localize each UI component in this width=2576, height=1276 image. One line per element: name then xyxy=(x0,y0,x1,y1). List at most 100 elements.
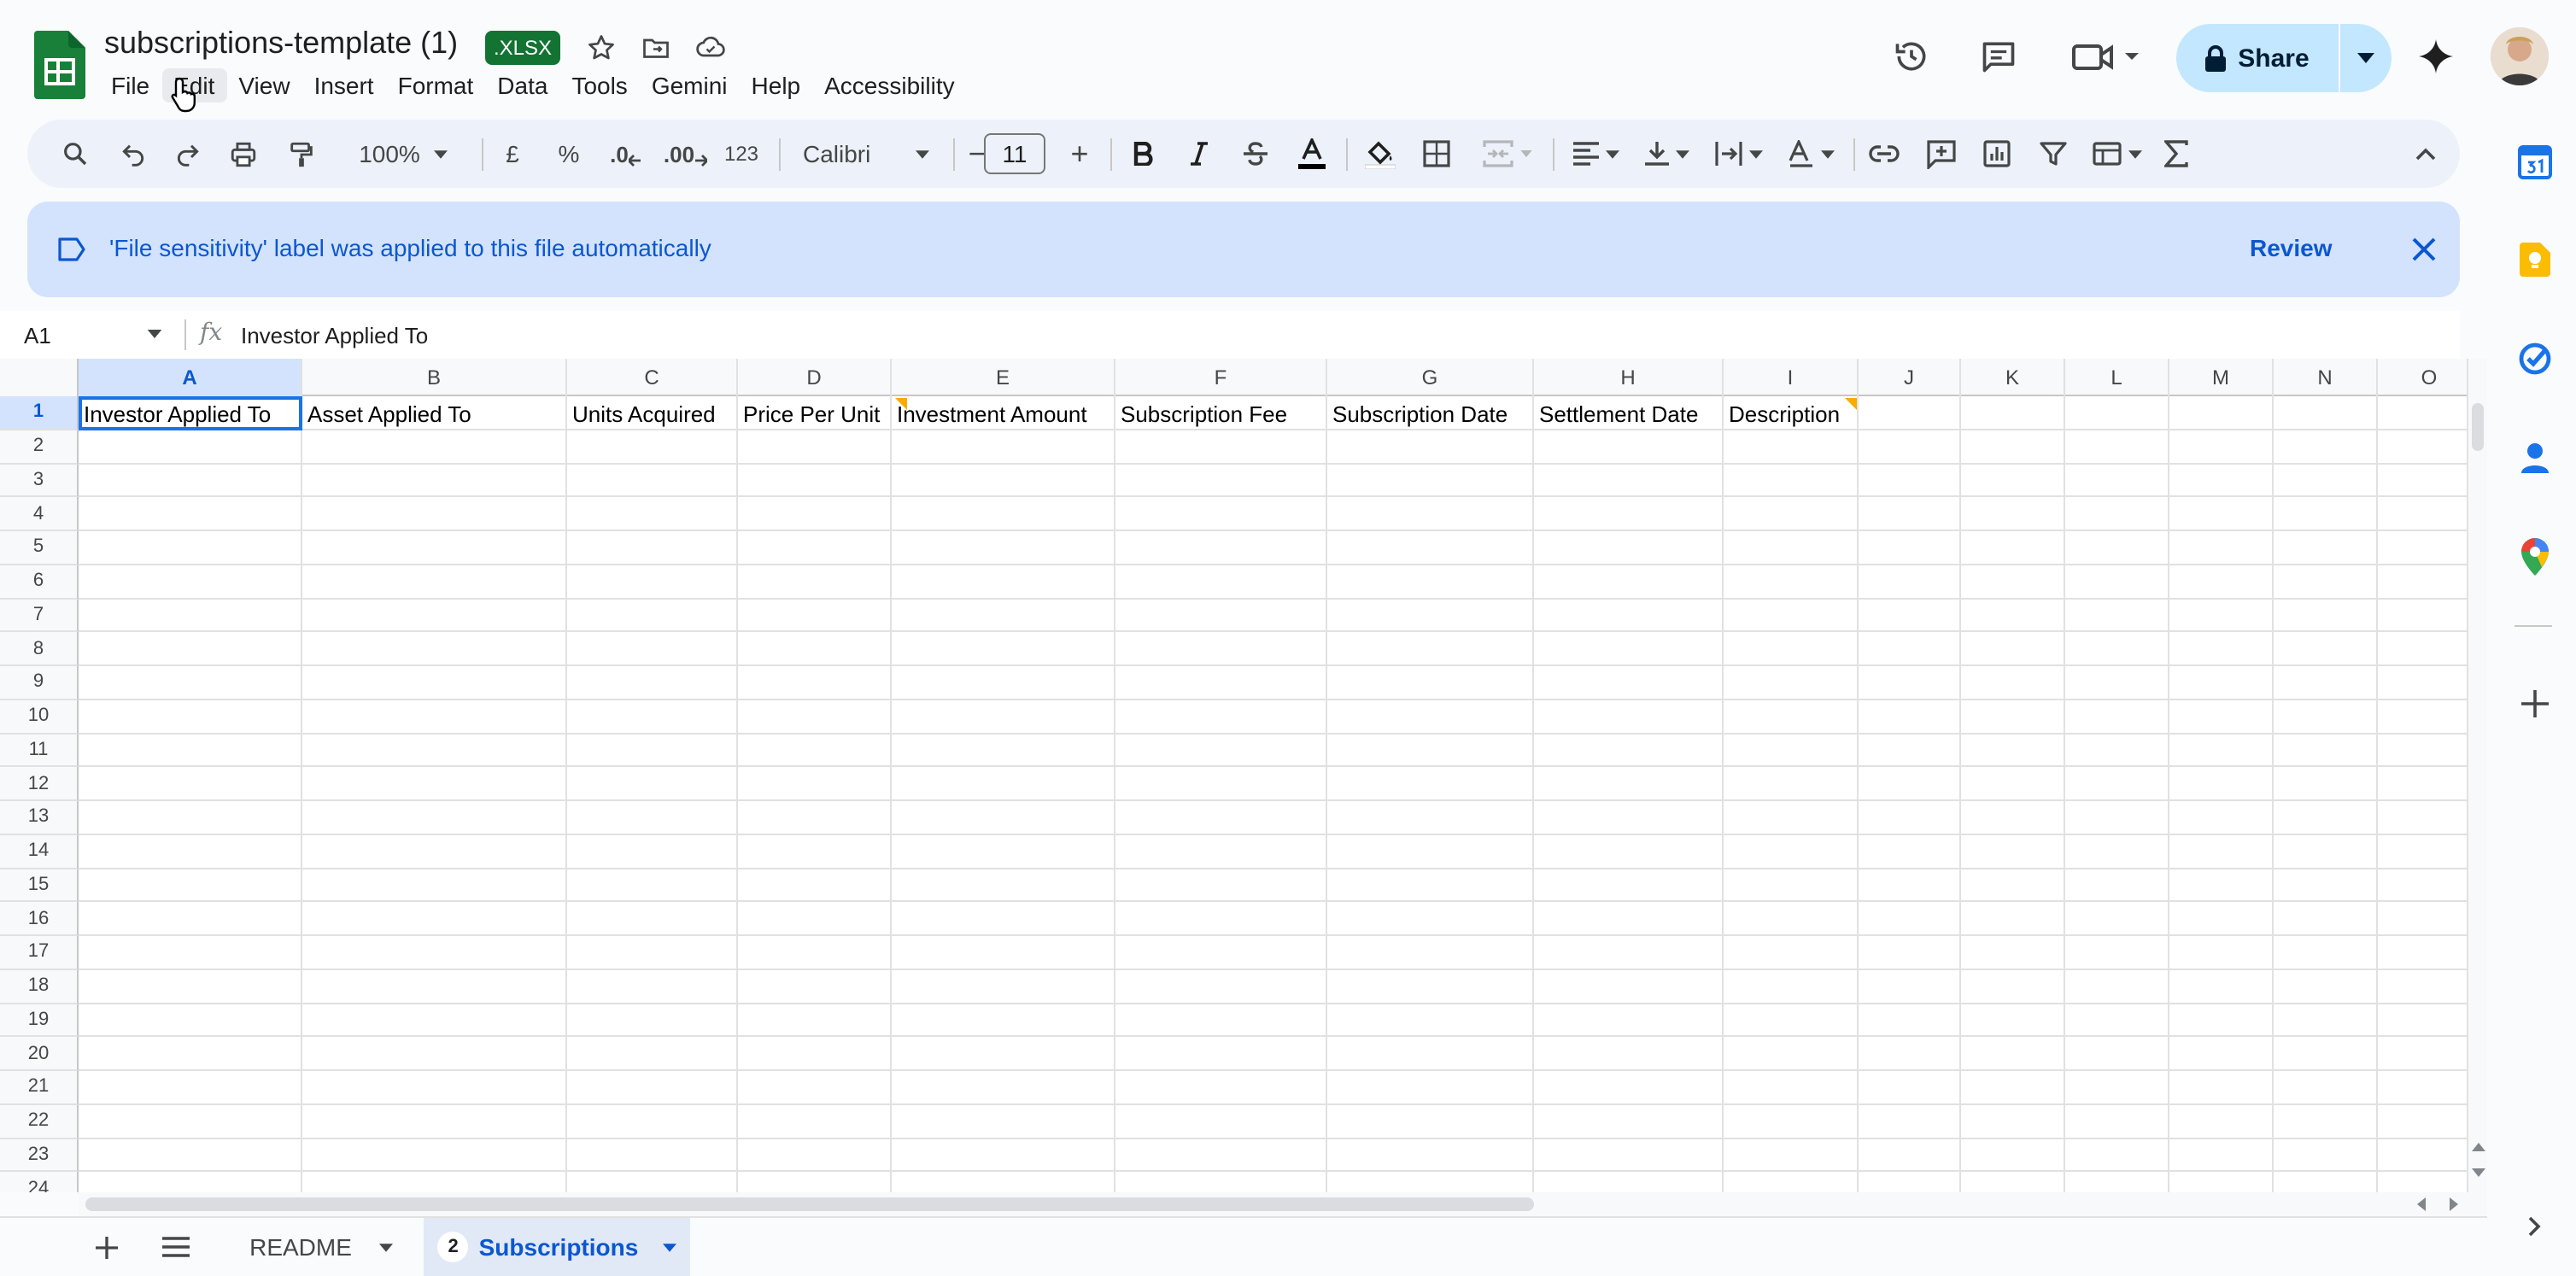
menu-tools[interactable]: Tools xyxy=(559,68,639,102)
zoom-select[interactable]: 100% xyxy=(342,120,465,188)
print-icon[interactable] xyxy=(222,120,263,188)
horizontal-align-icon[interactable] xyxy=(1563,120,1628,188)
increase-decimal-button[interactable]: .00 xyxy=(659,120,711,188)
name-box[interactable]: A1 xyxy=(24,323,51,348)
review-button[interactable]: Review xyxy=(2250,234,2333,261)
cell-g1[interactable]: Subscription Date xyxy=(1327,398,1534,430)
decrease-decimal-button[interactable]: .0 xyxy=(605,120,646,188)
document-title[interactable]: subscriptions-template (1) xyxy=(104,26,458,61)
all-sheets-icon[interactable] xyxy=(157,1218,195,1276)
row-header-2[interactable]: 2 xyxy=(0,430,79,464)
search-menus-icon[interactable] xyxy=(55,120,96,188)
scroll-left-icon[interactable] xyxy=(2415,1197,2426,1211)
insert-comment-icon[interactable] xyxy=(1920,120,1961,188)
row-header-24[interactable]: 24 xyxy=(0,1172,79,1192)
tasks-icon[interactable] xyxy=(2518,342,2552,376)
collapse-toolbar-icon[interactable] xyxy=(2405,120,2446,188)
menu-format[interactable]: Format xyxy=(386,68,486,102)
filter-views-icon[interactable] xyxy=(2084,120,2149,188)
column-header-m[interactable]: M xyxy=(2169,359,2274,396)
star-icon[interactable] xyxy=(583,29,620,67)
row-header-6[interactable]: 6 xyxy=(0,565,79,599)
row-header-7[interactable]: 7 xyxy=(0,599,79,633)
horizontal-scrollbar[interactable] xyxy=(79,1192,2487,1216)
menu-insert[interactable]: Insert xyxy=(302,68,386,102)
format-percent-button[interactable]: % xyxy=(548,120,589,188)
close-icon[interactable] xyxy=(2410,236,2438,263)
italic-icon[interactable] xyxy=(1179,120,1220,188)
cell-c1[interactable]: Units Acquired xyxy=(567,398,738,430)
add-addon-icon[interactable] xyxy=(2518,687,2552,721)
row-header-9[interactable]: 9 xyxy=(0,666,79,700)
chevron-right-icon[interactable] xyxy=(2518,1209,2552,1244)
text-color-icon[interactable] xyxy=(1291,120,1332,188)
more-formats-button[interactable]: 123 xyxy=(721,120,762,188)
gemini-icon[interactable] xyxy=(2417,38,2455,75)
row-header-21[interactable]: 21 xyxy=(0,1071,79,1105)
cell-i1[interactable]: Description xyxy=(1724,398,1859,430)
share-button[interactable]: Share xyxy=(2176,24,2337,92)
maps-icon[interactable] xyxy=(2518,538,2552,576)
comments-icon[interactable] xyxy=(1980,38,2017,75)
column-header-d[interactable]: D xyxy=(738,359,892,396)
row-header-3[interactable]: 3 xyxy=(0,464,79,498)
menu-help[interactable]: Help xyxy=(740,68,813,102)
vertical-align-icon[interactable] xyxy=(1635,120,1700,188)
menu-view[interactable]: View xyxy=(226,68,302,102)
menu-data[interactable]: Data xyxy=(485,68,559,102)
horizontal-scroll-thumb[interactable] xyxy=(85,1197,1534,1211)
bold-icon[interactable] xyxy=(1122,120,1163,188)
row-header-14[interactable]: 14 xyxy=(0,834,79,869)
column-header-n[interactable]: N xyxy=(2274,359,2378,396)
sheets-logo[interactable] xyxy=(34,31,85,99)
share-dropdown-button[interactable] xyxy=(2339,24,2392,92)
vertical-scrollbar[interactable] xyxy=(2467,359,2487,1192)
row-header-17[interactable]: 17 xyxy=(0,936,79,970)
paint-format-icon[interactable] xyxy=(280,120,321,188)
row-header-1[interactable]: 1 xyxy=(0,396,79,430)
cell-h1[interactable]: Settlement Date xyxy=(1534,398,1724,430)
spreadsheet-grid[interactable]: ABCDEFGHIJKLMNO 1 2 3 4 5 6 7 8 9 10 11 12 13 14 15 16 1… xyxy=(0,359,2467,1192)
chevron-down-icon[interactable] xyxy=(147,330,162,338)
column-header-a[interactable]: A xyxy=(79,359,302,396)
menu-gemini[interactable]: Gemini xyxy=(640,68,740,102)
undo-icon[interactable] xyxy=(113,120,154,188)
row-header-11[interactable]: 11 xyxy=(0,734,79,768)
add-sheet-icon[interactable] xyxy=(89,1218,123,1276)
column-header-j[interactable]: J xyxy=(1859,359,1961,396)
row-header-13[interactable]: 13 xyxy=(0,801,79,835)
column-header-i[interactable]: I xyxy=(1724,359,1859,396)
row-header-18[interactable]: 18 xyxy=(0,969,79,1004)
version-history-icon[interactable] xyxy=(1893,38,1930,75)
merge-cells-icon[interactable] xyxy=(1472,120,1541,188)
font-select[interactable]: Calibri xyxy=(789,120,943,188)
vertical-scroll-thumb[interactable] xyxy=(2472,403,2484,451)
column-header-c[interactable]: C xyxy=(567,359,738,396)
row-header-15[interactable]: 15 xyxy=(0,869,79,903)
row-header-22[interactable]: 22 xyxy=(0,1104,79,1138)
row-header-20[interactable]: 20 xyxy=(0,1037,79,1071)
row-header-12[interactable]: 12 xyxy=(0,767,79,801)
column-header-l[interactable]: L xyxy=(2065,359,2169,396)
cloud-saved-icon[interactable] xyxy=(692,29,729,67)
column-header-k[interactable]: K xyxy=(1961,359,2065,396)
meet-icon[interactable] xyxy=(2070,38,2146,75)
keep-icon[interactable] xyxy=(2518,243,2552,277)
contacts-icon[interactable] xyxy=(2518,441,2552,475)
sheet-tab-subscriptions[interactable]: 2 Subscriptions xyxy=(424,1218,690,1276)
column-header-b[interactable]: B xyxy=(302,359,567,396)
menu-accessibility[interactable]: Accessibility xyxy=(812,68,967,102)
column-header-g[interactable]: G xyxy=(1327,359,1534,396)
row-header-4[interactable]: 4 xyxy=(0,497,79,531)
row-header-10[interactable]: 10 xyxy=(0,699,79,734)
scroll-right-icon[interactable] xyxy=(2450,1197,2460,1211)
filter-icon[interactable] xyxy=(2033,120,2074,188)
column-header-o[interactable]: O xyxy=(2378,359,2467,396)
calendar-icon[interactable] xyxy=(2518,145,2552,179)
insert-link-icon[interactable] xyxy=(1864,120,1905,188)
row-header-19[interactable]: 19 xyxy=(0,1004,79,1038)
format-currency-button[interactable]: £ xyxy=(492,120,533,188)
cell-f1[interactable]: Subscription Fee xyxy=(1115,398,1327,430)
column-header-f[interactable]: F xyxy=(1115,359,1327,396)
scroll-up-icon[interactable] xyxy=(2472,1141,2485,1151)
